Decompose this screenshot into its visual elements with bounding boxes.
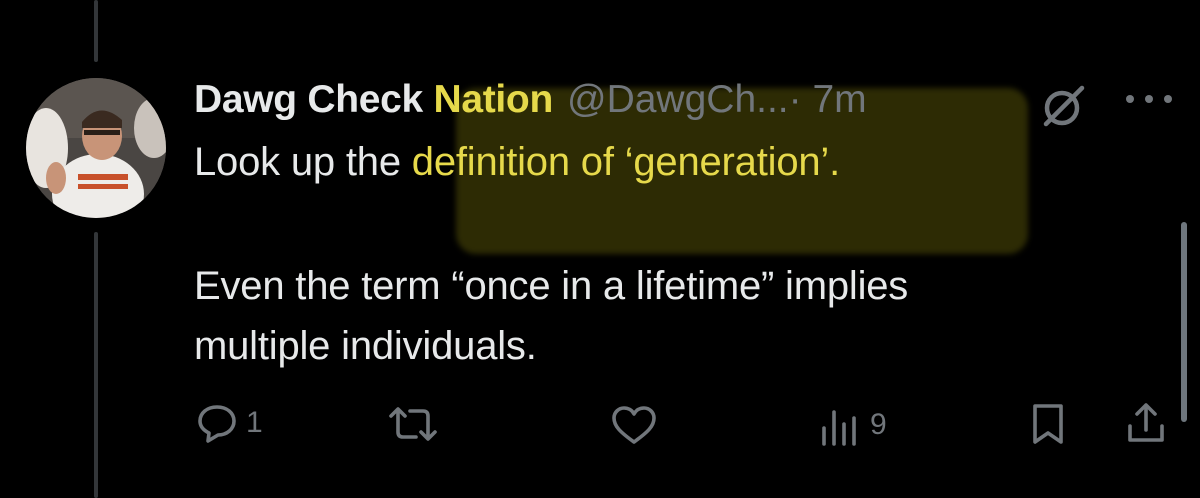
reply-count: 1 [246, 406, 263, 439]
timestamp[interactable]: · 7m [789, 78, 867, 122]
grok-icon[interactable] [1040, 80, 1090, 130]
views-button[interactable]: 9 [818, 404, 887, 446]
views-icon [822, 410, 856, 446]
reply-icon [198, 405, 236, 443]
user-handle[interactable]: @DawgCh... [567, 78, 789, 122]
heart-icon [612, 406, 656, 444]
tweet-text-line-2: Even the term “once in a lifetime” impli… [194, 264, 909, 308]
bookmark-button[interactable] [1028, 402, 1068, 446]
share-button[interactable] [1124, 400, 1168, 446]
tweet-text-line-3: multiple individuals. [194, 324, 537, 368]
tweet-actions: 1 9 [0, 398, 1200, 458]
avatar-photo [26, 78, 166, 218]
thread-line-top [94, 0, 98, 62]
bookmark-icon [1033, 404, 1063, 444]
display-name[interactable]: Dawg Check Nation [194, 78, 553, 122]
avatar[interactable] [26, 78, 166, 218]
like-button[interactable] [610, 404, 658, 446]
views-count: 9 [870, 408, 887, 441]
reply-button[interactable]: 1 [196, 402, 263, 444]
tweet-text-line-1: Look up the definition of ‘generation’. [194, 140, 841, 184]
share-icon [1128, 403, 1164, 442]
more-icon[interactable] [1126, 92, 1172, 106]
thread-line-bottom [94, 232, 98, 498]
retweet-icon [389, 407, 437, 441]
scroll-indicator [1181, 222, 1187, 422]
retweet-button[interactable] [386, 404, 440, 444]
highlighted-text: definition of ‘generation’. [411, 140, 841, 184]
tweet-header: Dawg Check Nation @DawgCh... · 7m [194, 72, 867, 128]
